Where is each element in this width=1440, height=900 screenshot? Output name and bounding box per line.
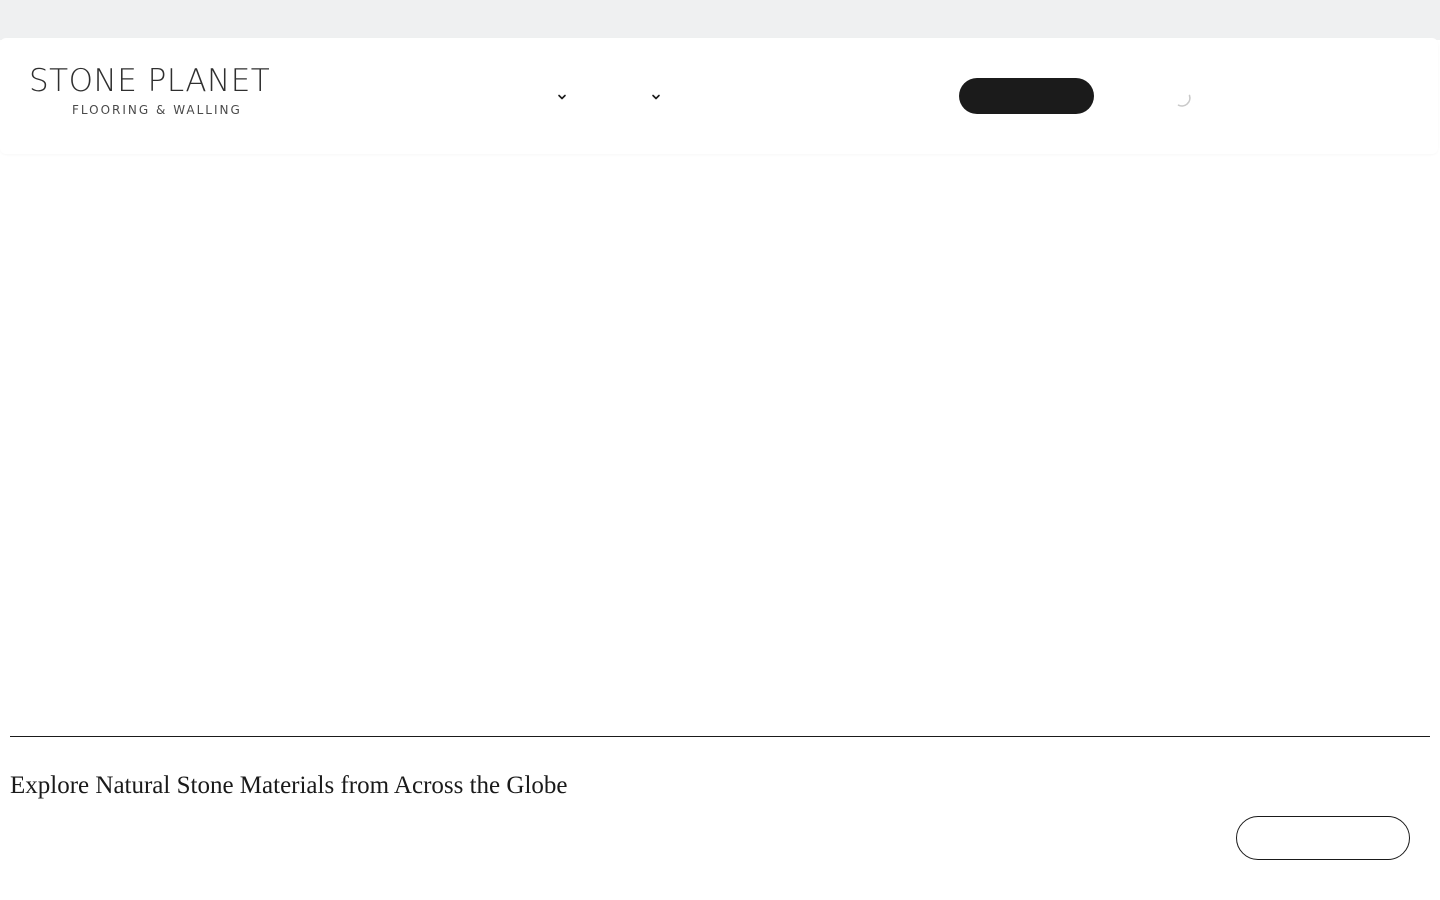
logo-tagline: FLOORING & WALLING	[72, 103, 242, 117]
header-cta-button[interactable]	[959, 78, 1094, 114]
logo[interactable]: STONE PLANET FLOORING & WALLING	[29, 64, 289, 117]
spinner-icon	[1177, 94, 1191, 107]
chevron-down-icon	[652, 94, 660, 100]
explore-button[interactable]	[1236, 816, 1410, 860]
chevron-down-icon	[558, 94, 566, 100]
section-headline: Explore Natural Stone Materials from Acr…	[10, 772, 568, 799]
site-header: STONE PLANET FLOORING & WALLING	[0, 38, 1438, 154]
nav-item-dropdown-1[interactable]	[537, 88, 567, 106]
top-bar	[0, 0, 1440, 40]
nav-item-dropdown-2[interactable]	[631, 88, 661, 106]
logo-wordmark: STONE PLANET	[29, 63, 271, 99]
page: STONE PLANET FLOORING & WALLING Explore	[0, 0, 1440, 900]
section-divider	[10, 736, 1430, 737]
